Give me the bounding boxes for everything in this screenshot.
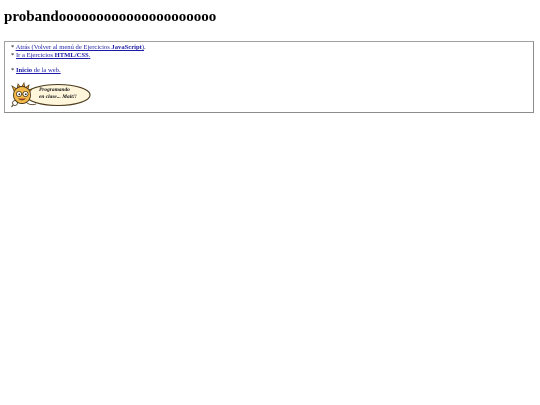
html-css-link[interactable]: Ir a Ejercicios HTML/CSS.	[16, 52, 90, 59]
logo-text: Programando en clase... Mait!!	[39, 87, 77, 100]
html-link-bold: HTML/CSS	[54, 52, 89, 59]
programando-logo[interactable]: Programando en clase... Mait!!	[10, 82, 92, 108]
html-link-prefix: Ir a Ejercicios	[15, 52, 55, 59]
back-tail: .	[144, 44, 146, 51]
bullet: *	[11, 67, 15, 74]
back-link-bold: JavaScript	[111, 44, 142, 51]
back-link[interactable]: Atrás (Volver al menú de Ejercicios Java…	[16, 44, 144, 51]
nav-item-html: * Ir a Ejercicios HTML/CSS.	[11, 52, 90, 60]
logo-text-line1: Programando	[39, 87, 70, 93]
bullet: *	[11, 44, 15, 51]
home-link-suffix: de la web.	[32, 67, 61, 74]
nav-box: * Atrás (Volver al menú de Ejercicios Ja…	[3, 40, 535, 114]
logo-text-line2: en clase... Mait!!	[39, 93, 77, 100]
nav-item-back: * Atrás (Volver al menú de Ejercicios Ja…	[11, 44, 146, 52]
page-title: probandooooooooooooooooooooo	[4, 9, 217, 25]
home-link[interactable]: Inicio de la web.	[16, 67, 61, 74]
nav-item-home: * Inicio de la web.	[11, 67, 61, 75]
back-link-prefix: Atrás (Volver al menú de Ejercicios	[15, 44, 112, 51]
bullet: *	[11, 52, 15, 59]
home-link-bold: Inicio	[15, 67, 33, 74]
html-link-suffix: .	[88, 52, 91, 59]
